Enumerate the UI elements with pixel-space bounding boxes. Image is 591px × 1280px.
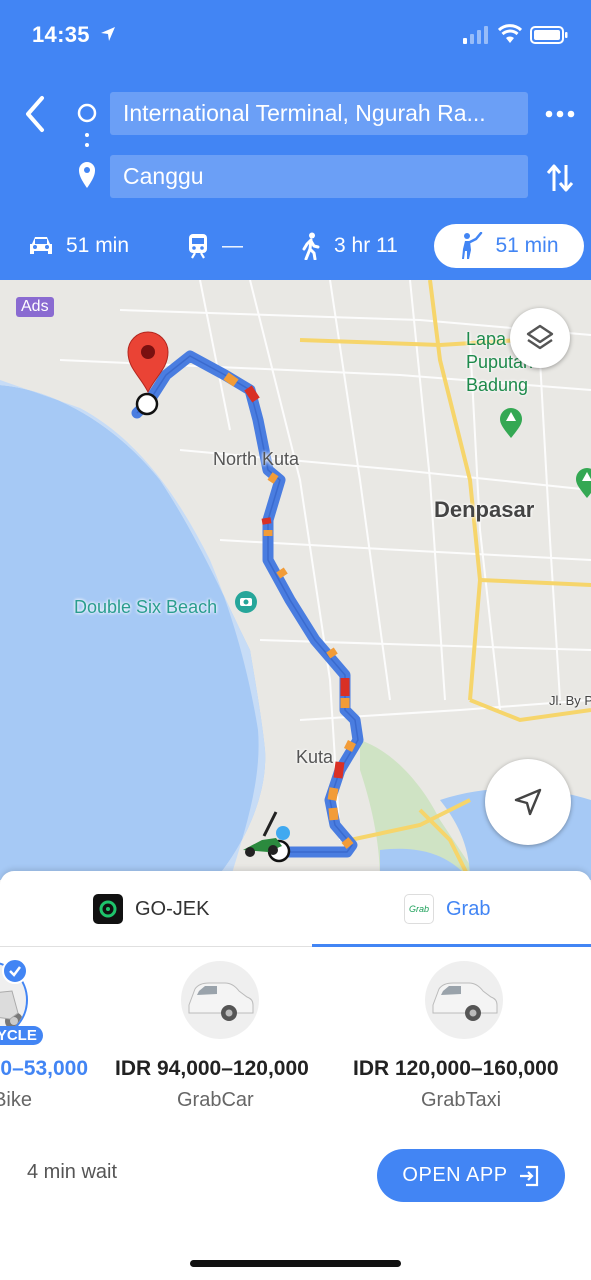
- mode-driving[interactable]: 51 min: [28, 224, 129, 268]
- status-bar: 14:35: [0, 0, 591, 72]
- my-location-button[interactable]: [485, 759, 571, 845]
- park-marker-edge-icon: [576, 468, 591, 498]
- option-name: GrabTaxi: [421, 1089, 502, 1111]
- route-end-circle: [135, 392, 159, 416]
- option-image: [425, 961, 503, 1039]
- mode-ride-label: 51 min: [495, 234, 559, 257]
- swap-vertical-icon: [546, 164, 574, 192]
- signal-icon: [463, 26, 488, 44]
- ads-badge: Ads: [16, 297, 54, 317]
- map-view[interactable]: Ads North Kuta Denpasar Double Six Beach…: [0, 280, 591, 880]
- label-kuta: Kuta: [296, 747, 334, 767]
- home-indicator: [190, 1260, 401, 1267]
- option-type-badge: CYCLE: [0, 1026, 43, 1045]
- ride-hail-icon: [462, 232, 483, 259]
- wait-time: 4 min wait: [27, 1161, 118, 1183]
- destination-input[interactable]: Canggu: [110, 155, 528, 198]
- label-north-kuta: North Kuta: [213, 449, 300, 469]
- ride-services-sheet: GO-JEK Grab Grab CYCLE IDR 35,000–53,000…: [0, 871, 591, 1280]
- label-road-bypass: Jl. By P: [549, 693, 591, 708]
- mode-driving-label: 51 min: [66, 234, 130, 257]
- option-name: GrabCar: [177, 1089, 254, 1111]
- provider-tabs: GO-JEK Grab Grab: [0, 871, 591, 947]
- wifi-icon: [498, 24, 522, 43]
- train-icon: [189, 234, 207, 259]
- option-price: IDR 35,000–53,000: [0, 1057, 88, 1080]
- navigation-arrow-icon: [514, 788, 542, 816]
- car-icon: [30, 237, 52, 254]
- label-denpasar: Denpasar: [434, 497, 535, 522]
- option-price: IDR 120,000–160,000: [353, 1057, 559, 1080]
- tab-grab[interactable]: Grab Grab: [404, 893, 490, 925]
- swap-button[interactable]: [544, 161, 576, 195]
- option-name: GrabBike: [0, 1089, 32, 1111]
- more-horizontal-icon: [545, 110, 575, 118]
- layers-button[interactable]: [510, 308, 570, 368]
- mode-walking[interactable]: 3 hr 11: [300, 224, 398, 268]
- tab-gojek-label: GO-JEK: [135, 897, 210, 920]
- label-line-3: Badung: [466, 375, 529, 395]
- park-marker-icon: [500, 408, 522, 438]
- gojek-logo-icon: [93, 894, 123, 924]
- option-image: [181, 961, 259, 1039]
- beach-poi-icon: [235, 591, 257, 613]
- battery-icon: [530, 26, 568, 44]
- mode-walking-label: 3 hr 11: [334, 234, 398, 257]
- layers-icon: [526, 324, 554, 350]
- more-options-button[interactable]: [542, 100, 578, 128]
- ride-options-carousel[interactable]: CYCLE IDR 35,000–53,000 GrabBike IDR 94,…: [0, 947, 591, 1127]
- label-double-six-beach[interactable]: Double Six Beach: [74, 597, 217, 618]
- origin-input[interactable]: International Terminal, Ngurah Ra...: [110, 92, 528, 135]
- travel-mode-bar: 51 min — 3 hr 11 51 min: [0, 220, 591, 272]
- tab-grab-label: Grab: [446, 897, 491, 920]
- status-time: 14:35: [32, 22, 90, 47]
- selected-check-icon: [2, 958, 28, 984]
- directions-header: 14:35 International Terminal, Ngurah Ra.…: [0, 0, 591, 280]
- grab-logo-icon: Grab: [404, 894, 434, 924]
- tab-gojek[interactable]: GO-JEK: [93, 893, 209, 925]
- open-external-icon: [519, 1165, 538, 1186]
- mode-transit[interactable]: —: [186, 224, 243, 268]
- mode-transit-label: —: [222, 234, 243, 257]
- car-image-icon: [188, 982, 254, 1021]
- taxi-image-icon: [432, 982, 498, 1021]
- walk-icon: [302, 232, 320, 260]
- route-connector-icon: [77, 103, 97, 188]
- mode-ride-services[interactable]: 51 min: [434, 224, 584, 268]
- option-price: IDR 94,000–120,000: [115, 1057, 309, 1080]
- back-button[interactable]: [20, 92, 52, 136]
- chevron-left-icon: [26, 96, 44, 132]
- open-app-button[interactable]: OPEN APP: [377, 1149, 565, 1202]
- location-arrow-icon: [101, 27, 115, 41]
- open-app-label: OPEN APP: [402, 1164, 508, 1186]
